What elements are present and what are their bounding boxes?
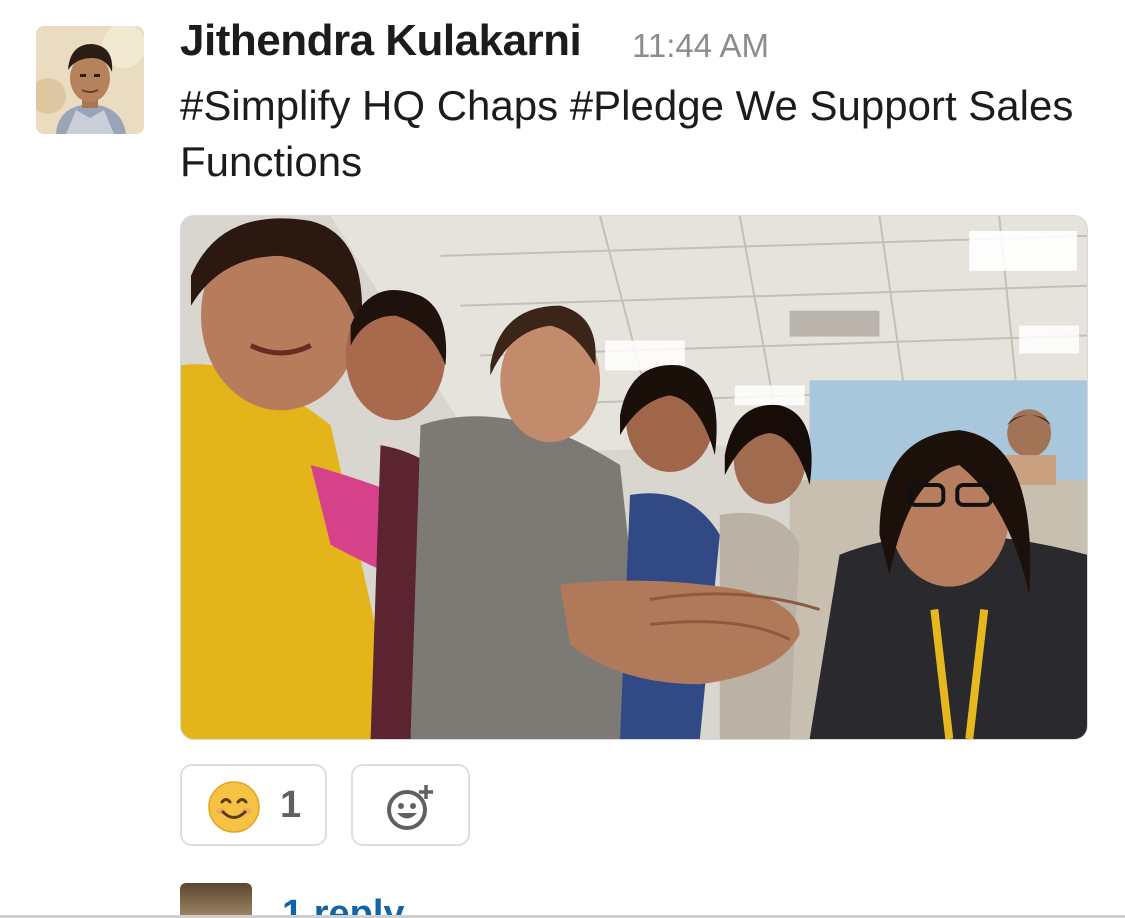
reply-avatar[interactable]: [180, 883, 252, 918]
message-photo[interactable]: [180, 215, 1088, 740]
avatar-image: [36, 26, 144, 134]
message-timestamp[interactable]: 11:44 AM: [632, 27, 769, 65]
add-reaction-button[interactable]: [351, 764, 470, 846]
author-avatar[interactable]: [36, 26, 144, 134]
group-photo-image: [181, 216, 1087, 739]
message-view: Jithendra Kulakarni 11:44 AM #Simplify H…: [0, 0, 1125, 918]
message-text: #Simplify HQ Chaps #Pledge We Support Sa…: [180, 82, 1074, 185]
reaction-smile-button[interactable]: 1: [180, 764, 327, 846]
smiling-face-icon: [208, 781, 260, 833]
reaction-count: 1: [280, 784, 302, 826]
author-name[interactable]: Jithendra Kulakarni: [180, 16, 582, 66]
add-reaction-icon: [387, 785, 433, 830]
